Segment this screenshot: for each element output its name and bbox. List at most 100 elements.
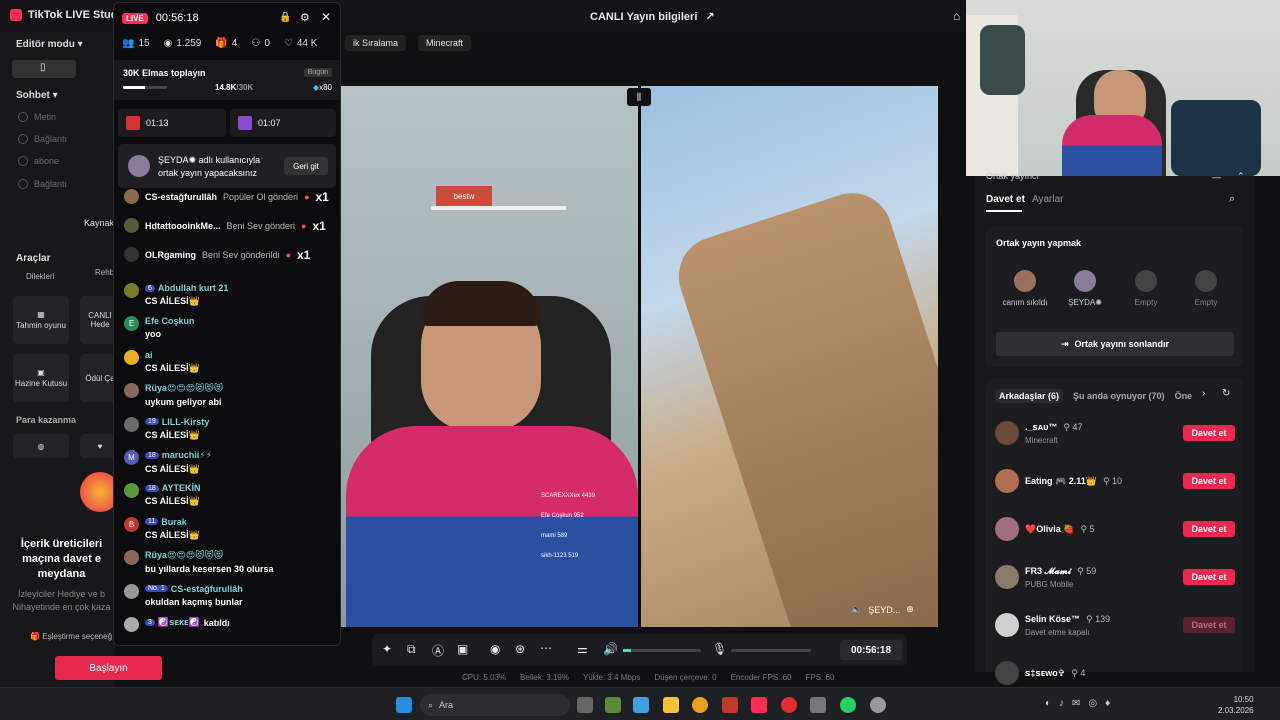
minimize-icon[interactable]: — bbox=[1212, 172, 1221, 182]
layout-toggle-icon[interactable]: ⫼ bbox=[627, 88, 651, 106]
start-button[interactable]: Başlayın bbox=[55, 656, 162, 680]
home-icon[interactable]: ⌂ bbox=[953, 9, 960, 23]
chat-username[interactable]: Abdullah kurt 21 bbox=[158, 283, 229, 293]
whatsapp-icon[interactable] bbox=[840, 697, 856, 713]
tool-wishes[interactable]: Dilekleri bbox=[26, 272, 54, 281]
minecraft-icon[interactable] bbox=[605, 697, 621, 713]
volume-icon[interactable]: 🔊 bbox=[603, 642, 618, 656]
slot-1[interactable]: canım sıkıldı bbox=[995, 270, 1055, 307]
close-icon[interactable]: ✕ bbox=[321, 10, 331, 24]
sidebar-item-subscribe[interactable]: abone bbox=[18, 156, 59, 166]
back-button[interactable]: Geri git bbox=[284, 157, 328, 175]
treasure-timer[interactable]: 01:13 bbox=[118, 109, 226, 137]
tab-invite[interactable]: Davet et bbox=[986, 194, 1025, 205]
chat-username[interactable]: maruchii⚡⚡ bbox=[162, 450, 212, 461]
mic-icon[interactable]: 🎙 bbox=[712, 642, 727, 656]
collapse-icon[interactable]: ⌃ bbox=[1237, 171, 1245, 182]
sidebar-item-link[interactable]: Bağlantı bbox=[18, 134, 67, 144]
stream-preview[interactable]: bestw SCAREXXXex 4439 Efe Coşkun 952 mam… bbox=[341, 86, 938, 627]
tool-guide[interactable]: Rehb bbox=[95, 268, 114, 277]
search-icon[interactable]: ⌕ bbox=[1229, 193, 1235, 206]
invite-button[interactable]: Davet et bbox=[1183, 617, 1235, 633]
share-icon: ↗ bbox=[705, 11, 715, 23]
stream-info-title[interactable]: CANLI Yayın bilgileri ↗ bbox=[590, 10, 715, 24]
mixer-icon[interactable]: ⚌ bbox=[577, 642, 588, 656]
gift-box-timer[interactable]: 01:07 bbox=[230, 109, 336, 137]
explorer-icon[interactable] bbox=[663, 697, 679, 713]
tool-treasure-box[interactable]: ▣ Hazine Kutusu bbox=[13, 354, 69, 402]
cohost-label: 🔈 ŞEYD... ⊕ bbox=[851, 604, 914, 615]
chat-text: bu yıllarda kesersen 30 olursa bbox=[145, 564, 274, 575]
screen-share-icon[interactable]: ⧉ bbox=[407, 642, 416, 657]
goal-card[interactable]: 30K Elmas toplayın Bugün 14.8K/30K ◆x80 bbox=[114, 60, 340, 100]
sidebar-item-text[interactable]: Metin bbox=[18, 112, 56, 122]
friend-info: FR3 𝓜𝓪𝓶𝓲 ⚲ 59 PUBG Mobile bbox=[1025, 566, 1096, 589]
magic-wand-icon[interactable]: ✦ bbox=[382, 642, 392, 656]
record-icon[interactable]: ◉ bbox=[490, 642, 500, 656]
chat-section-toggle[interactable]: Sohbet ▾ bbox=[16, 90, 58, 101]
friend-row: FR3 𝓜𝓪𝓶𝓲 ⚲ 59 PUBG Mobile Davet et bbox=[995, 562, 1235, 592]
effects-icon[interactable]: ⊛ bbox=[515, 642, 525, 656]
follower-count: ⚲ 5 bbox=[1080, 523, 1095, 534]
prediction-icon: ▦ bbox=[37, 310, 45, 319]
slot-3[interactable]: Empty bbox=[1116, 270, 1176, 307]
chevron-right-icon[interactable]: › bbox=[1202, 388, 1205, 399]
portrait-toggle[interactable]: ▯ bbox=[12, 60, 76, 78]
chat-username[interactable]: Rüya😍😍😍😻😻😻 bbox=[145, 550, 223, 561]
promo-link[interactable]: 🎁 Eşleştirme seçeneğ bbox=[30, 632, 112, 641]
ai-icon[interactable]: Ⓐ bbox=[432, 642, 444, 659]
sidebar-item-link-2[interactable]: Bağlantı bbox=[18, 179, 67, 189]
chat-username[interactable]: Efe Coşkun bbox=[145, 316, 195, 326]
tray-icons[interactable]: ◐♪✉◎♦ bbox=[1045, 698, 1118, 709]
tf-app-icon[interactable] bbox=[722, 697, 738, 713]
chat-username[interactable]: LILL-Kirsty bbox=[162, 417, 210, 427]
filter-friends[interactable]: Arkadaşlar (6) bbox=[995, 389, 1064, 403]
volume-slider[interactable] bbox=[623, 649, 701, 652]
chat-message: 19 LILL-Kirsty CS AİLESİ👑 bbox=[124, 416, 334, 441]
invite-button[interactable]: Davet et bbox=[1183, 425, 1235, 441]
filter-playing[interactable]: Şu anda oynuyor (70) bbox=[1073, 389, 1165, 403]
webcam-overlay bbox=[966, 0, 1280, 176]
task-view-icon[interactable] bbox=[577, 697, 593, 713]
calculator-icon[interactable] bbox=[810, 697, 826, 713]
chrome-icon[interactable] bbox=[870, 697, 886, 713]
more-icon[interactable]: ⋯ bbox=[540, 641, 552, 655]
chat-username[interactable]: Rüya😍😍😍😻😻😻 bbox=[145, 383, 223, 394]
clock[interactable]: 10:50 2.03.2026 bbox=[1218, 694, 1254, 716]
tool-prediction[interactable]: ▦ Tahmin oyunu bbox=[13, 296, 69, 344]
caption-icon[interactable]: ▣ bbox=[457, 642, 468, 656]
slot-2[interactable]: ŞEYDA✺ bbox=[1055, 270, 1115, 307]
slot-4[interactable]: Empty bbox=[1176, 270, 1236, 307]
refresh-icon[interactable]: ↻ bbox=[1222, 388, 1230, 399]
taskbar-search[interactable]: ⌕ Ara bbox=[420, 694, 570, 716]
settings-icon[interactable]: ⚙ bbox=[300, 11, 310, 24]
windows-start-icon[interactable] bbox=[396, 697, 412, 713]
avatar bbox=[995, 517, 1019, 541]
chat-username[interactable]: ai bbox=[145, 350, 153, 360]
chip-minecraft[interactable]: Minecraft bbox=[418, 35, 472, 51]
editor-mode-dropdown[interactable]: Editör modu ▾ bbox=[16, 39, 83, 50]
chat-username[interactable]: Burak bbox=[161, 517, 187, 527]
chip-ranking[interactable]: ik Sıralama bbox=[345, 35, 407, 51]
source-button[interactable]: Kaynak bbox=[84, 218, 114, 228]
coin-app-icon[interactable] bbox=[692, 697, 708, 713]
edge-icon[interactable] bbox=[633, 697, 649, 713]
lock-icon[interactable]: 🔒 bbox=[279, 12, 291, 23]
invite-button[interactable]: Davet et bbox=[1183, 569, 1235, 585]
filter-recommended[interactable]: Öne bbox=[1175, 389, 1193, 403]
gift-count: x1 bbox=[297, 247, 311, 262]
chat-username[interactable]: ☯️ꜱᴇᴋᴇ☯️ bbox=[158, 617, 200, 628]
end-cohost-button[interactable]: ⇥ Ortak yayını sonlandır bbox=[996, 332, 1234, 356]
opera-icon[interactable] bbox=[781, 697, 797, 713]
gift-user[interactable]: OLRgaming bbox=[145, 250, 196, 260]
tool-gamepad[interactable]: ◍ bbox=[13, 434, 69, 458]
chat-username[interactable]: CS-estağfurullâh bbox=[171, 584, 243, 594]
gift-user[interactable]: CS-estağfurullâh bbox=[145, 192, 217, 202]
tab-settings[interactable]: Ayarlar bbox=[1032, 194, 1064, 205]
chat-username[interactable]: AYTEKİN bbox=[162, 483, 201, 493]
invite-button[interactable]: Davet et bbox=[1183, 521, 1235, 537]
invite-button[interactable]: Davet et bbox=[1183, 473, 1235, 489]
tiktok-live-icon[interactable] bbox=[751, 697, 767, 713]
gift-user[interactable]: HdtattoooinkMe... bbox=[145, 221, 221, 231]
mic-slider[interactable] bbox=[731, 649, 811, 652]
